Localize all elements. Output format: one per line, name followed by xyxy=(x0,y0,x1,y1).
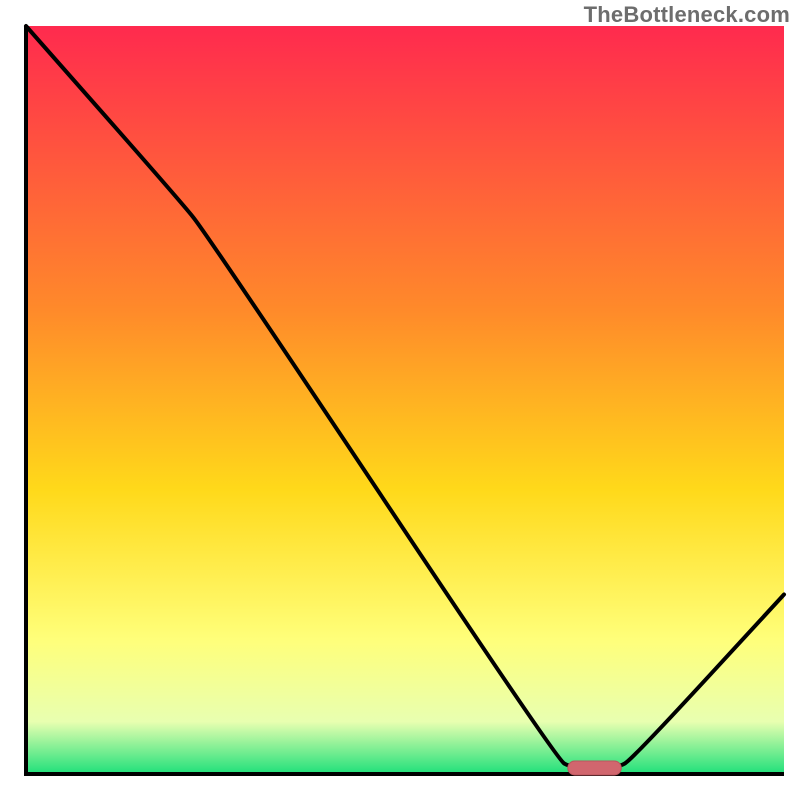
optimum-marker xyxy=(568,761,622,775)
watermark-label: TheBottleneck.com xyxy=(584,2,790,28)
plot-background xyxy=(26,26,784,774)
bottleneck-chart xyxy=(0,0,800,800)
